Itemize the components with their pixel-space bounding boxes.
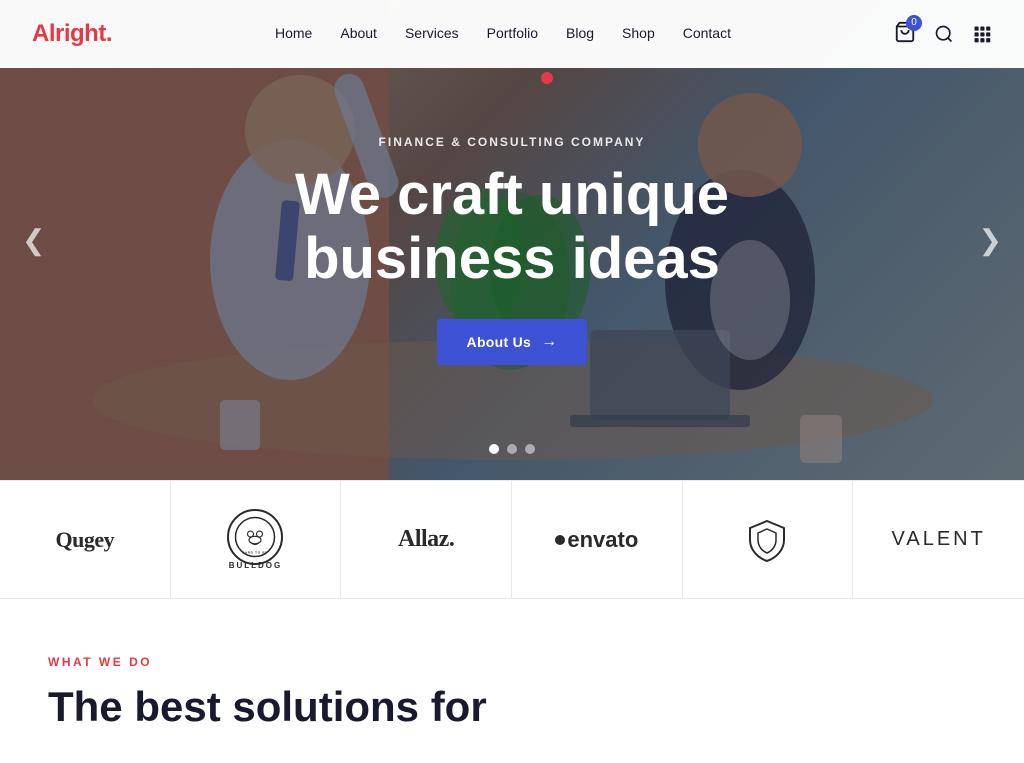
- slider-arrow-right[interactable]: ❯: [969, 214, 1012, 267]
- slider-dot-2[interactable]: [507, 444, 517, 454]
- nav-item-about[interactable]: About: [340, 25, 377, 43]
- cart-button[interactable]: 0: [894, 21, 916, 48]
- shield-icon: [744, 517, 790, 563]
- chevron-left-icon: ❮: [22, 225, 45, 256]
- chevron-right-icon: ❯: [979, 225, 1002, 256]
- hero-content: Finance & Consulting Company We craft un…: [0, 0, 1024, 480]
- brand-dot: .: [106, 20, 112, 47]
- slider-dot-3[interactable]: [525, 444, 535, 454]
- bulldog-logo-wrap: HARD TO BE BULLDOG: [227, 509, 283, 570]
- hero-title-line2: business ideas: [304, 226, 720, 291]
- logos-grid: Qugey HARD TO BE BULLDOG: [0, 481, 1024, 598]
- allaz-text: Allaz.: [398, 526, 454, 553]
- nav-item-services[interactable]: Services: [405, 25, 459, 43]
- logo-qugey: Qugey: [0, 481, 171, 598]
- main-nav: Home About Services Portfolio Blog Shop …: [275, 25, 731, 43]
- nav-item-home[interactable]: Home: [275, 25, 312, 43]
- bulldog-icon: HARD TO BE: [234, 516, 276, 558]
- nav-item-contact[interactable]: Contact: [683, 25, 731, 43]
- logo-allaz: Allaz.: [341, 481, 512, 598]
- search-icon: [934, 24, 954, 44]
- logo-bulldog: HARD TO BE BULLDOG: [171, 481, 342, 598]
- slider-dots: [489, 444, 535, 454]
- slider-dot-1[interactable]: [489, 444, 499, 454]
- brand-logo[interactable]: Alright.: [32, 20, 112, 48]
- hero-section: Finance & Consulting Company We craft un…: [0, 0, 1024, 480]
- logo-envato: envato: [512, 481, 683, 598]
- slider-arrow-left[interactable]: ❮: [12, 214, 55, 267]
- svg-text:HARD TO BE: HARD TO BE: [242, 551, 268, 555]
- grid-menu-button[interactable]: [972, 24, 992, 44]
- cart-badge: 0: [906, 15, 922, 31]
- hero-cta-button[interactable]: About Us →: [437, 319, 588, 365]
- wwd-section: What We Do The best solutions for: [0, 599, 1024, 763]
- valent-text: VALENT: [892, 528, 986, 551]
- hero-cta-label: About Us: [467, 334, 532, 350]
- arrow-right-icon: →: [541, 333, 557, 351]
- search-button[interactable]: [934, 24, 954, 44]
- navbar: Alright. Home About Services Portfolio B…: [0, 0, 1024, 68]
- hero-red-dot: [541, 72, 553, 84]
- hero-subtitle: Finance & Consulting Company: [379, 135, 646, 149]
- grid-icon: [972, 24, 992, 44]
- wwd-title-line1: The best solutions for: [48, 683, 487, 730]
- envato-dot-icon: [555, 535, 565, 545]
- qugey-text: Qugey: [56, 527, 115, 553]
- navbar-icons: 0: [894, 21, 992, 48]
- hero-title: We craft unique business ideas: [295, 163, 729, 291]
- logo-valent: VALENT: [853, 481, 1024, 598]
- wwd-label: What We Do: [48, 655, 976, 669]
- brand-name: Alright: [32, 20, 106, 47]
- nav-item-shop[interactable]: Shop: [622, 25, 655, 43]
- nav-item-portfolio[interactable]: Portfolio: [487, 25, 538, 43]
- logos-section: Qugey HARD TO BE BULLDOG: [0, 480, 1024, 599]
- wwd-title: The best solutions for: [48, 683, 976, 731]
- bulldog-circle: HARD TO BE: [227, 509, 283, 565]
- envato-text: envato: [555, 527, 638, 553]
- logo-shield: [683, 481, 854, 598]
- hero-title-line1: We craft unique: [295, 162, 729, 227]
- nav-item-blog[interactable]: Blog: [566, 25, 594, 43]
